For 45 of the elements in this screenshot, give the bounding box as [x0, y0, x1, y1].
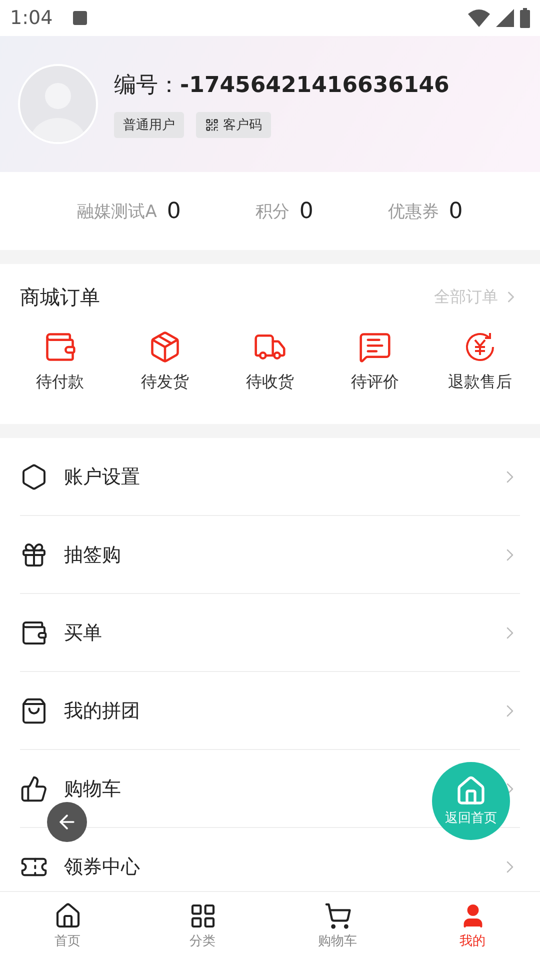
nav-tab[interactable]: 我的 — [405, 892, 540, 960]
menu-item[interactable]: 我的拼团 — [64, 698, 140, 724]
status-time: 1:04 — [10, 7, 53, 29]
stat-value: 0 — [448, 198, 463, 224]
customer-code-button[interactable]: 客户码 — [196, 112, 271, 138]
user-level-tag: 普通用户 — [114, 112, 184, 138]
hexagon-settings-icon — [20, 462, 48, 490]
grid-icon — [188, 902, 216, 930]
box-icon — [148, 330, 182, 364]
qr-code-icon — [205, 118, 219, 132]
gift-icon — [20, 540, 48, 568]
nav-tab[interactable]: 分类 — [135, 892, 270, 960]
stat-label: 融媒测试A — [77, 200, 157, 222]
order-status-button[interactable]: 退款售后 — [440, 330, 520, 393]
stat-value: 0 — [166, 198, 181, 224]
back-button[interactable] — [47, 802, 87, 842]
comment-icon — [358, 330, 392, 364]
thumbs-up-icon — [20, 774, 48, 802]
member-number: 编号：-17456421416636146 — [114, 72, 450, 100]
stat-value: 0 — [299, 198, 314, 224]
nav-tab[interactable]: 首页 — [0, 892, 135, 960]
menu-item[interactable]: 领券中心 — [64, 854, 140, 880]
yen-refresh-icon — [463, 330, 497, 364]
bag-icon — [20, 696, 48, 724]
menu-item[interactable]: 抽签购 — [64, 542, 121, 568]
wallet-icon — [20, 618, 48, 646]
cart-icon — [324, 902, 352, 930]
section-title: 商城订单 — [20, 284, 100, 310]
home-icon — [54, 902, 82, 930]
menu-item[interactable]: 买单 — [64, 620, 102, 646]
wallet-icon — [43, 330, 77, 364]
wifi-icon — [468, 9, 490, 27]
signal-icon — [496, 9, 514, 27]
keyboard-icon — [72, 11, 87, 25]
stat-label: 优惠券 — [388, 200, 439, 222]
battery-icon — [520, 8, 530, 28]
stat-label: 积分 — [255, 200, 290, 222]
menu-item[interactable]: 账户设置 — [64, 464, 140, 490]
order-status-button[interactable]: 待发货 — [125, 330, 205, 393]
nav-tab[interactable]: 购物车 — [270, 892, 405, 960]
order-status-button[interactable]: 待付款 — [20, 330, 100, 393]
menu-item[interactable]: 购物车 — [64, 776, 121, 802]
order-status-button[interactable]: 待收货 — [230, 330, 310, 393]
order-status-button[interactable]: 待评价 — [335, 330, 415, 393]
home-icon — [455, 775, 487, 807]
